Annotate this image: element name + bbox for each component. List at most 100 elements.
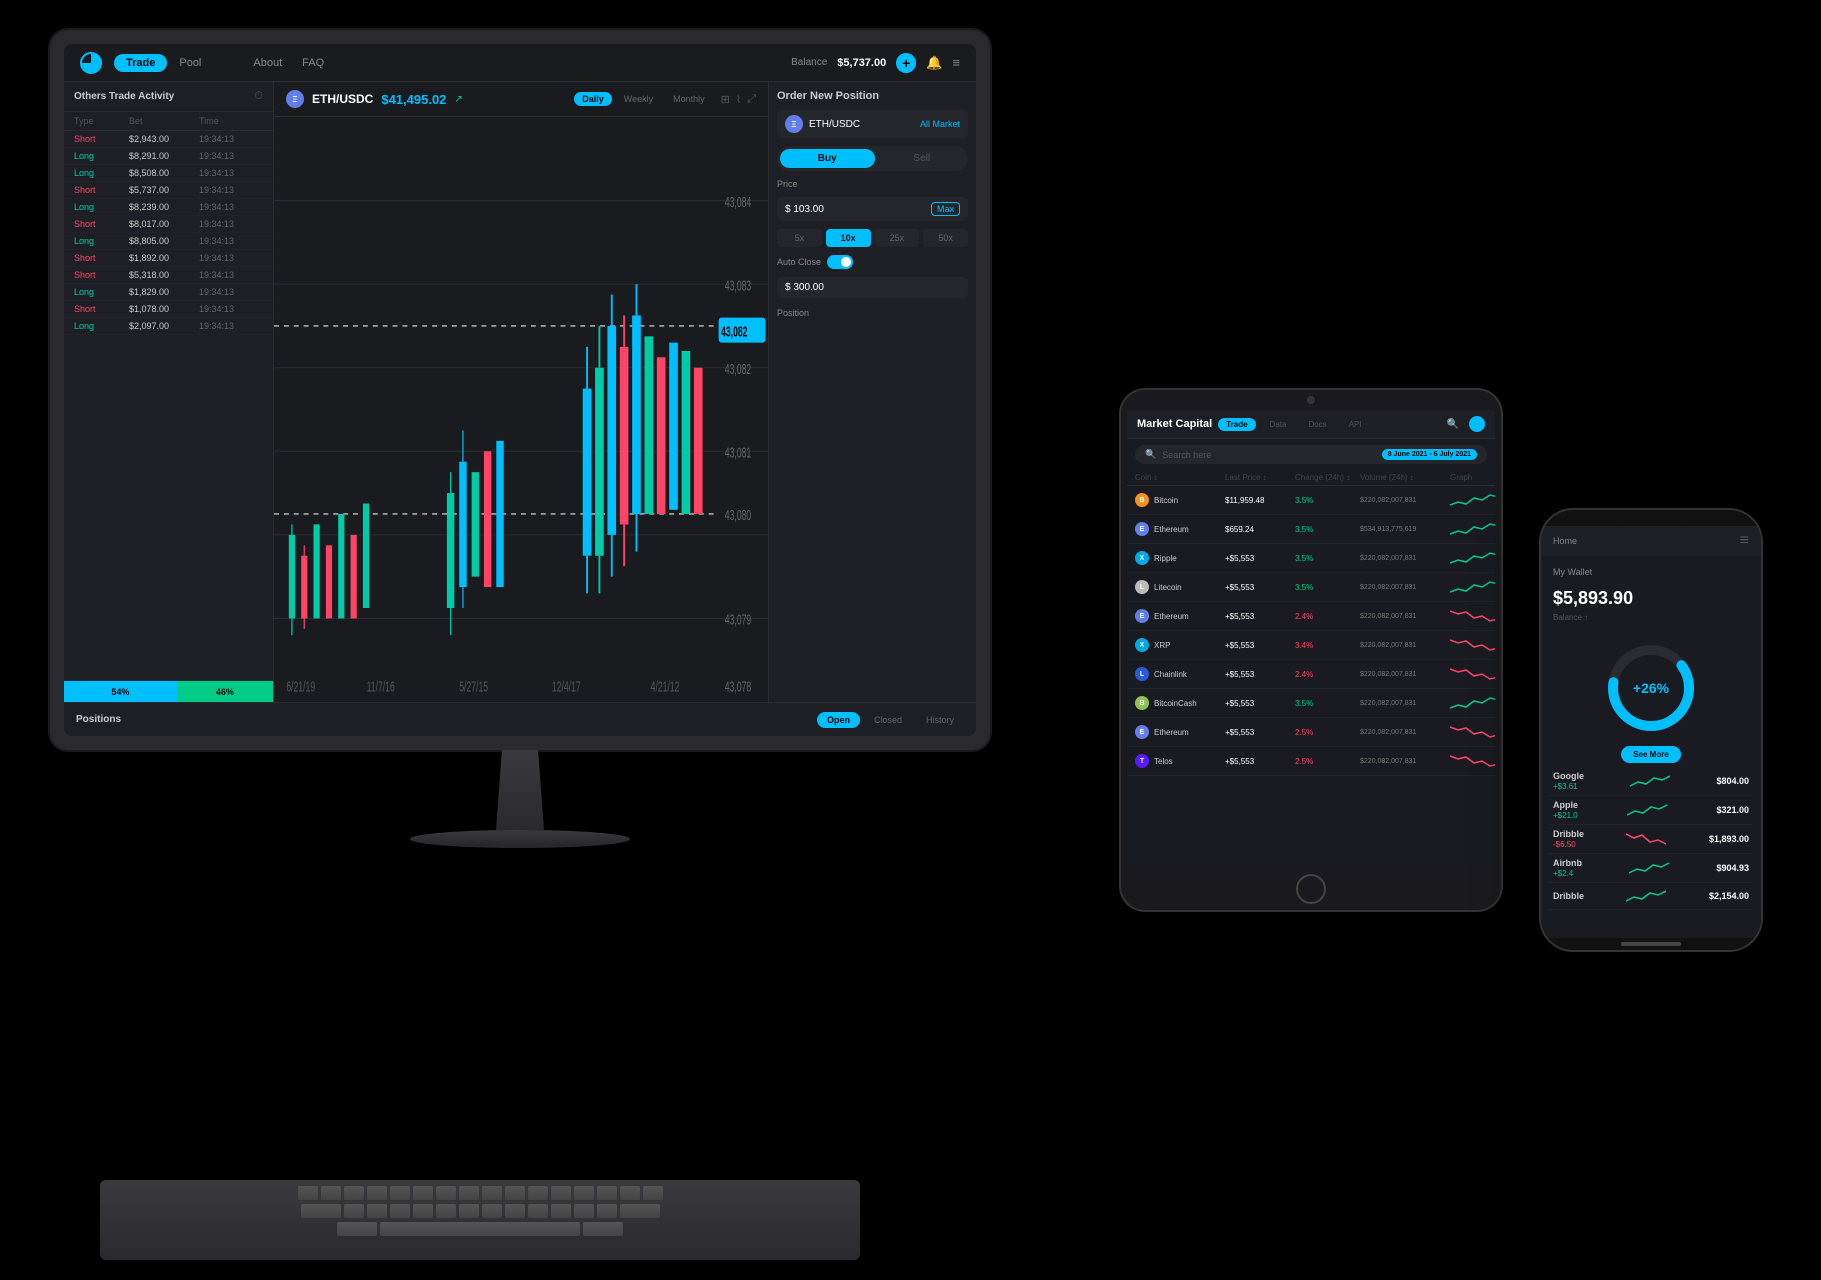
- see-more-button[interactable]: See More: [1621, 746, 1681, 763]
- buy-button[interactable]: Buy: [780, 149, 875, 168]
- key: [367, 1186, 387, 1200]
- short-progress: 54%: [64, 681, 177, 702]
- line-icon[interactable]: ⌇: [736, 93, 741, 106]
- lev-5x[interactable]: 5x: [777, 229, 822, 247]
- menu-icon[interactable]: ≡: [952, 55, 960, 70]
- coin-name: Ethereum: [1154, 728, 1189, 737]
- portfolio-item-change: -$6.50: [1553, 840, 1584, 849]
- tablet-tab-data[interactable]: Data: [1262, 418, 1295, 431]
- keyboard: [100, 1180, 860, 1260]
- portfolio-sparkline: [1626, 887, 1666, 905]
- portfolio-item-change: +$2.4: [1553, 869, 1582, 878]
- tablet-tab-api[interactable]: API: [1341, 418, 1370, 431]
- panel-title: Others Trade Activity: [74, 91, 174, 102]
- price-input[interactable]: $ 103.00 Max: [777, 197, 968, 221]
- trade-bet: $8,508.00: [129, 168, 199, 178]
- phone: Home ≡ My Wallet $5,893.90 Balance ↑ +26…: [1541, 510, 1761, 950]
- svg-text:4/21/12: 4/21/12: [651, 678, 680, 695]
- search-bar[interactable]: 🔍 Search here 8 June 2021 - 6 July 2021: [1135, 445, 1487, 464]
- faq-link[interactable]: FAQ: [302, 57, 324, 69]
- price-value: $ 103.00: [785, 204, 931, 215]
- market-row: LLitecoin+$5,5533.5%$220,082,007,831: [1127, 573, 1495, 602]
- key: [436, 1186, 456, 1200]
- tab-open[interactable]: Open: [817, 712, 860, 728]
- trade-time: 19:34:13: [199, 287, 259, 297]
- market-row: EEthereum$659.243.5%$534,913,775,619: [1127, 515, 1495, 544]
- phone-home-indicator[interactable]: [1621, 942, 1681, 946]
- portfolio-item-name: Google: [1553, 771, 1584, 781]
- trade-time: 19:34:13: [199, 134, 259, 144]
- donut-area: +26%: [1541, 630, 1761, 746]
- trade-time: 19:34:13: [199, 253, 259, 263]
- coin-volume: $220,082,007,831: [1360, 497, 1450, 504]
- phone-header-bar: Home ≡: [1541, 526, 1761, 556]
- table-row: Short$5,318.0019:34:13: [64, 267, 273, 284]
- spacebar[interactable]: [380, 1222, 580, 1236]
- tf-daily[interactable]: Daily: [574, 92, 612, 106]
- order-eth-icon: Ξ: [785, 115, 803, 133]
- key: [301, 1204, 341, 1218]
- tf-monthly[interactable]: Monthly: [665, 92, 713, 106]
- portfolio-item-left: Airbnb+$2.4: [1553, 858, 1582, 878]
- sell-button[interactable]: Sell: [879, 149, 966, 168]
- expand-icon[interactable]: ⤢: [747, 93, 756, 106]
- tablet-tab-trade[interactable]: Trade: [1218, 418, 1255, 431]
- lev-25x[interactable]: 25x: [875, 229, 920, 247]
- price-up-icon: ↗: [454, 94, 462, 105]
- key: [583, 1222, 623, 1236]
- table-row: Long$2,097.0019:34:13: [64, 318, 273, 335]
- candle-icon[interactable]: ⊞: [721, 93, 730, 106]
- trade-time: 19:34:13: [199, 304, 259, 314]
- trade-type: Short: [74, 185, 129, 195]
- coin-price: +$5,553: [1225, 757, 1295, 766]
- key: [344, 1186, 364, 1200]
- tab-closed[interactable]: Closed: [864, 712, 912, 728]
- tablet-home-button[interactable]: [1296, 874, 1326, 904]
- phone-menu-icon[interactable]: ≡: [1740, 532, 1749, 550]
- tablet-tab-docs[interactable]: Docs: [1300, 418, 1334, 431]
- auto-close-toggle[interactable]: [827, 255, 853, 269]
- pool-button[interactable]: Pool: [179, 57, 201, 69]
- key: [482, 1186, 502, 1200]
- max-button[interactable]: Max: [931, 202, 960, 216]
- coin-info: EEthereum: [1135, 725, 1225, 739]
- table-row: Long$8,805.0019:34:13: [64, 233, 273, 250]
- tf-weekly[interactable]: Weekly: [616, 92, 661, 106]
- bell-icon[interactable]: 🔔: [926, 55, 942, 71]
- coin-price: +$5,553: [1225, 554, 1295, 563]
- list-item: Airbnb+$2.4$904.93: [1549, 854, 1753, 883]
- col-price: Last Price ↕: [1225, 473, 1295, 482]
- auto-close-input[interactable]: $ 300.00: [777, 277, 968, 298]
- tab-history[interactable]: History: [916, 712, 964, 728]
- trade-bet: $5,737.00: [129, 185, 199, 195]
- coin-volume: $220,082,007,831: [1360, 584, 1450, 591]
- lev-10x[interactable]: 10x: [826, 229, 871, 247]
- about-link[interactable]: About: [253, 57, 282, 69]
- all-market[interactable]: All Market: [920, 119, 960, 129]
- search-input[interactable]: Search here: [1162, 450, 1376, 460]
- svg-text:43,078: 43,078: [725, 678, 752, 695]
- position-label: Position: [777, 308, 968, 318]
- col-type: Type: [74, 116, 129, 126]
- key: [390, 1186, 410, 1200]
- table-row: Short$1,078.0019:34:13: [64, 301, 273, 318]
- monitor-stand-base: [410, 830, 630, 848]
- portfolio-sparkline: [1626, 830, 1666, 848]
- search-icon[interactable]: 🔍: [1447, 419, 1459, 430]
- sparkline: [1450, 490, 1495, 510]
- tablet-camera: [1307, 396, 1315, 404]
- coin-price: $659.24: [1225, 525, 1295, 534]
- portfolio-item-name: Dribble: [1553, 829, 1584, 839]
- trade-button[interactable]: Trade: [114, 54, 167, 72]
- my-wallet-label: My Wallet: [1553, 567, 1592, 577]
- lev-50x[interactable]: 50x: [923, 229, 968, 247]
- trade-bet: $8,291.00: [129, 151, 199, 161]
- table-row: Short$8,017.0019:34:13: [64, 216, 273, 233]
- auto-close-value: $ 300.00: [785, 282, 960, 293]
- coin-icon: E: [1135, 522, 1149, 536]
- coin-name: Ethereum: [1154, 612, 1189, 621]
- add-funds-button[interactable]: +: [896, 53, 916, 73]
- portfolio-sparkline: [1629, 859, 1669, 877]
- trade-time: 19:34:13: [199, 185, 259, 195]
- portfolio-item-change: +$3.61: [1553, 782, 1584, 791]
